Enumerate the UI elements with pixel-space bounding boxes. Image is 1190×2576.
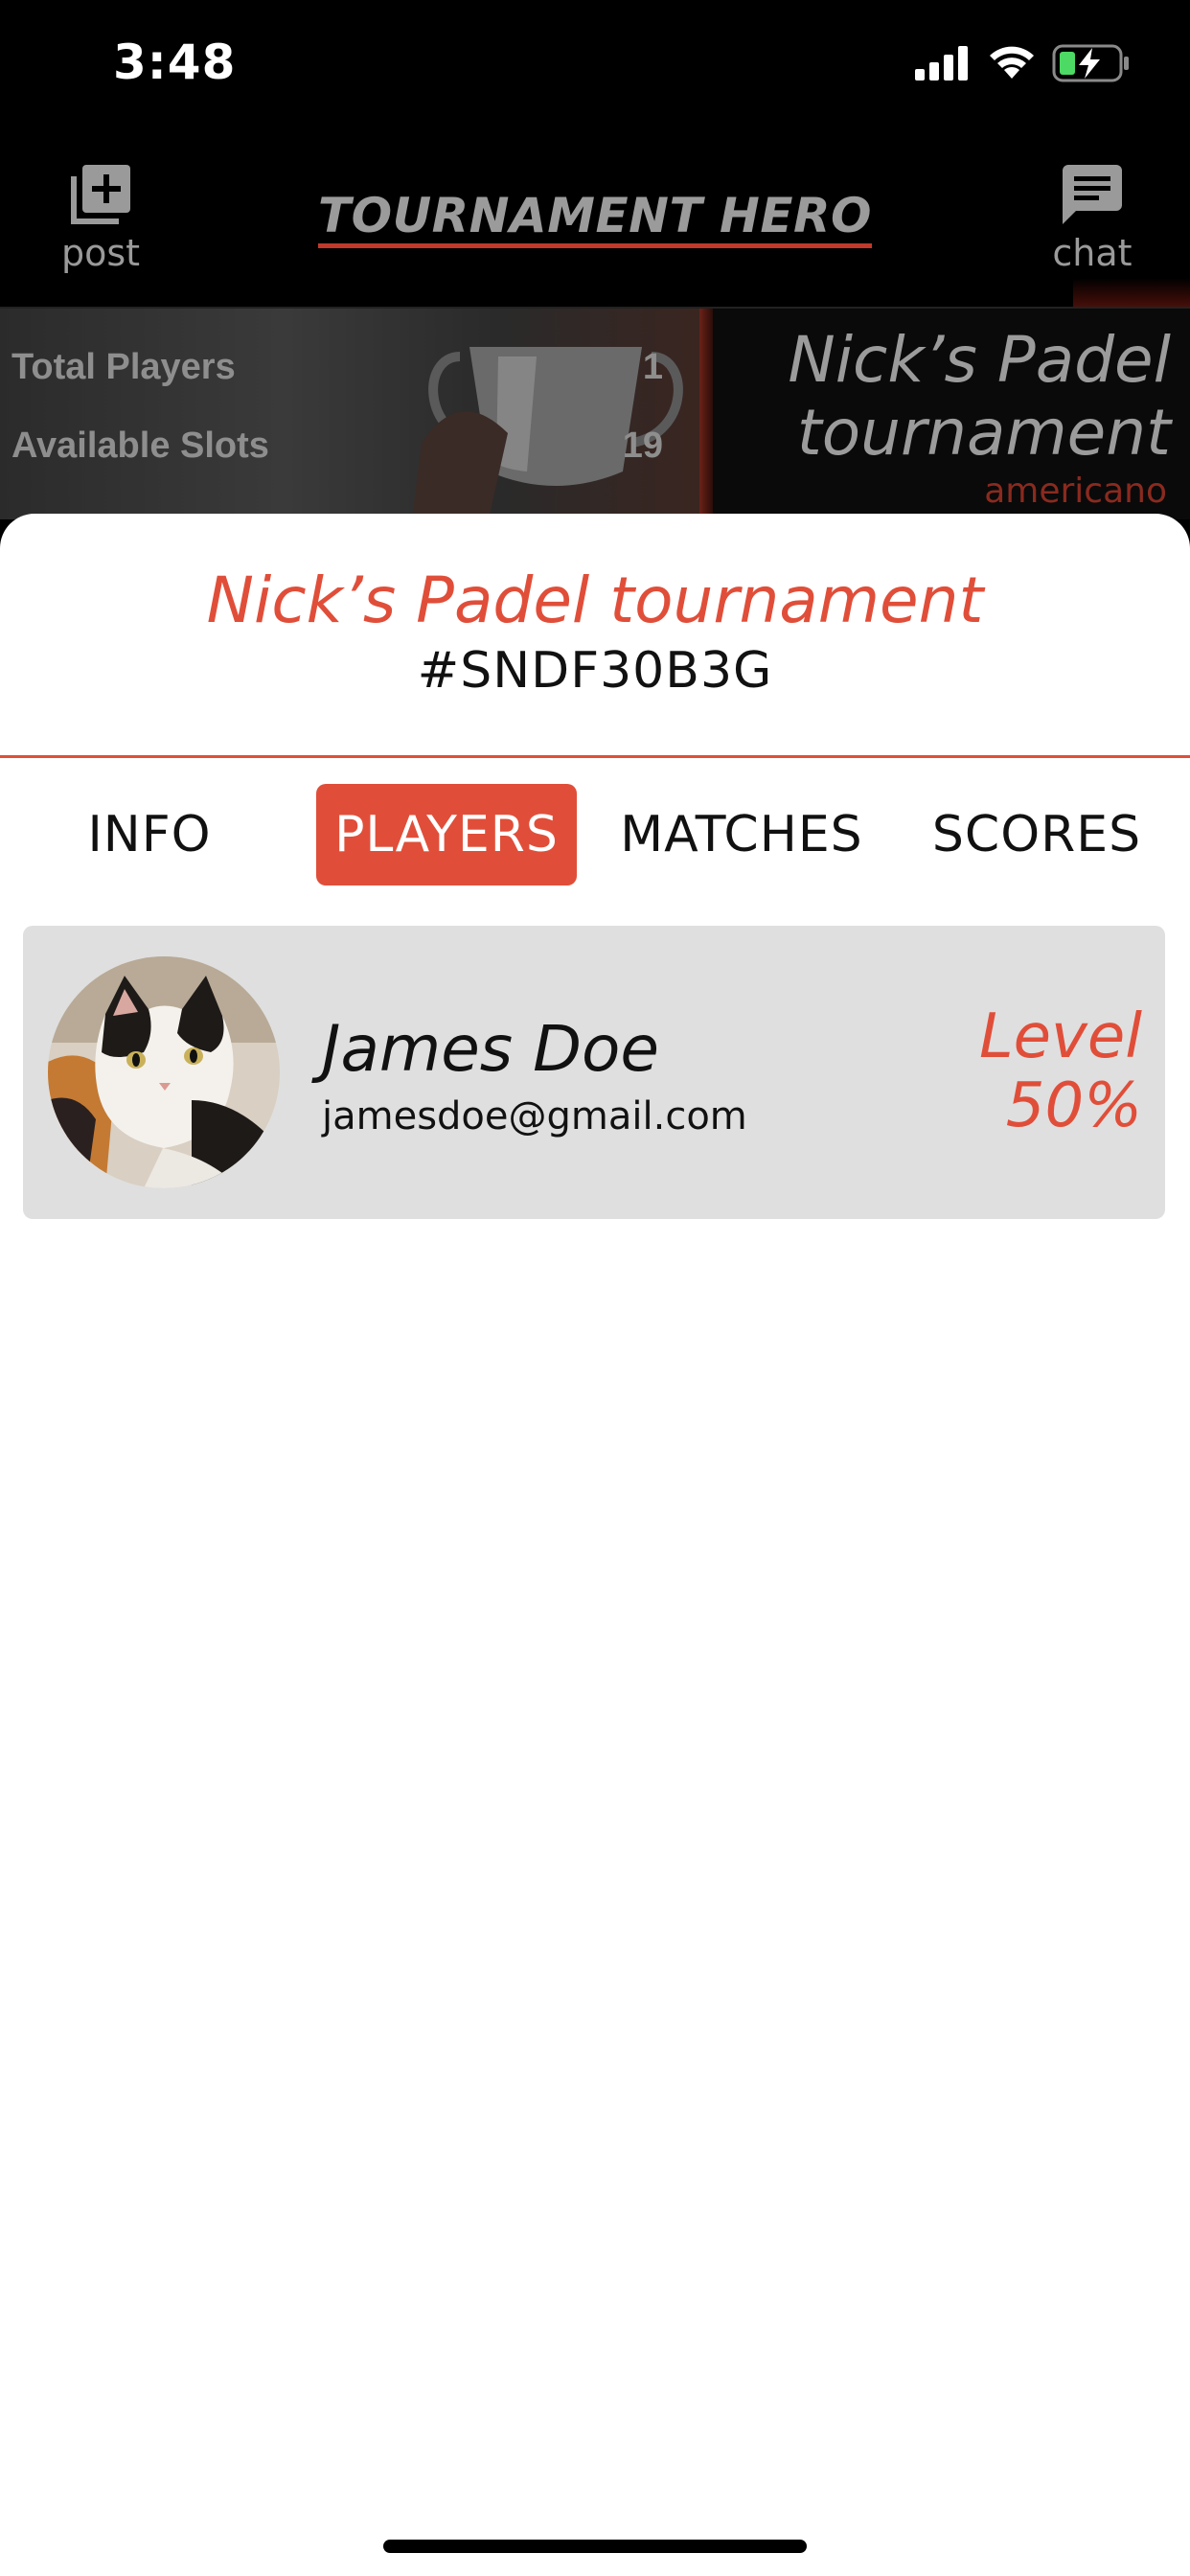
trophy-image: [412, 347, 683, 519]
banner-name-line2: tournament: [796, 396, 1171, 470]
player-level: Level 50%: [950, 1002, 1142, 1140]
tournament-code: #SNDF30B3G: [417, 642, 773, 700]
chat-label: chat: [1052, 232, 1133, 274]
banner-stats-panel: Total Players 1 Available Slots 19: [0, 309, 711, 519]
player-email: jamesdoe@gmail.com: [322, 1094, 747, 1138]
cellular-signal-icon: [915, 46, 968, 80]
tab-scores[interactable]: SCORES: [920, 784, 1154, 886]
tournament-name: Nick’s Padel tournament: [206, 564, 984, 637]
player-card[interactable]: James Doe jamesdoe@gmail.com Level 50%: [23, 926, 1165, 1219]
tournament-sheet: Nick’s Padel tournament #SNDF30B3G INFO …: [0, 514, 1190, 2576]
tournament-tabs: INFO PLAYERS MATCHES SCORES: [0, 784, 1190, 889]
player-level-value: 50%: [1005, 1070, 1142, 1141]
stat-value-available-slots: 19: [622, 426, 663, 466]
avatar: [48, 956, 280, 1188]
tab-matches[interactable]: MATCHES: [607, 784, 876, 886]
banner-tournament-type: americano: [984, 472, 1167, 511]
chat-button[interactable]: chat: [1040, 165, 1145, 274]
banner-divider: [699, 309, 713, 519]
banner-name-line1: Nick’s Padel: [788, 323, 1171, 397]
tab-players[interactable]: PLAYERS: [316, 784, 577, 886]
battery-charging-icon: [1052, 44, 1129, 82]
app-title[interactable]: TOURNAMENT HERO: [0, 188, 1190, 248]
tab-info[interactable]: INFO: [54, 784, 245, 886]
sheet-divider: [0, 755, 1190, 758]
wifi-icon: [990, 46, 1034, 79]
stat-value-total-players: 1: [642, 347, 663, 387]
banner-tournament-name: Nick’s Padel tournament: [788, 324, 1171, 470]
stat-label-total-players: Total Players: [11, 347, 236, 387]
home-indicator[interactable]: [383, 2540, 807, 2553]
app-header: post TOURNAMENT HERO chat: [0, 134, 1190, 307]
chat-icon: [1063, 165, 1122, 224]
status-bar: 3:48: [0, 0, 1190, 134]
app-title-text: TOURNAMENT HERO: [317, 188, 873, 248]
tournament-banner: Total Players 1 Available Slots 19 Nick’…: [0, 307, 1190, 519]
player-name: James Doe: [322, 1012, 659, 1086]
player-avatar-image: [48, 956, 280, 1188]
banner-title-panel: Nick’s Padel tournament americano: [713, 309, 1190, 519]
stat-label-available-slots: Available Slots: [11, 426, 269, 466]
player-level-label: Level: [978, 1001, 1142, 1072]
status-time: 3:48: [113, 34, 237, 90]
header-glow: [1073, 278, 1190, 307]
